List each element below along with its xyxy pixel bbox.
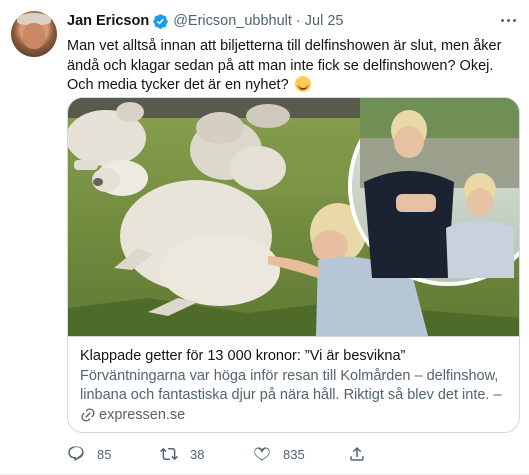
inset-photo	[348, 98, 519, 286]
avatar-face	[23, 23, 45, 49]
verified-badge-icon	[153, 13, 168, 29]
tweet-text: Man vet alltså innan att biljetterna til…	[67, 37, 519, 96]
tweet[interactable]: Jan Ericson @Ericson_ubbhult · Jul 25 Ma…	[0, 0, 529, 475]
reply-count: 85	[97, 446, 112, 462]
retweet-button[interactable]: 38	[160, 443, 204, 465]
smiling-face-emoji-icon	[294, 76, 311, 92]
share-button[interactable]	[348, 443, 378, 465]
card-title: Klappade getter för 13 000 kronor: ”Vi ä…	[80, 348, 406, 364]
like-count: 835	[283, 446, 305, 462]
tweet-actions: 85 38 835	[67, 443, 447, 465]
author-name[interactable]: Jan Ericson	[67, 13, 149, 29]
like-icon	[254, 447, 270, 461]
retweet-count: 38	[190, 446, 205, 462]
tweet-text-content: Man vet alltså innan att biljetterna til…	[67, 38, 502, 93]
like-button[interactable]: 835	[253, 443, 305, 465]
card-domain-text: expressen.se	[99, 407, 186, 423]
more-options-icon[interactable]	[496, 9, 520, 31]
link-icon	[81, 408, 95, 422]
reply-button[interactable]: 85	[67, 443, 111, 465]
header-separator: ·	[295, 13, 301, 29]
card-description: Förväntningarna var höga inför resan til…	[80, 368, 502, 403]
retweet-icon	[160, 447, 178, 461]
card-body[interactable]: Klappade getter för 13 000 kronor: ”Vi ä…	[68, 336, 519, 432]
card-domain: expressen.se	[80, 407, 509, 423]
reply-icon	[68, 446, 84, 462]
link-card[interactable]: Klappade getter för 13 000 kronor: ”Vi ä…	[67, 97, 520, 433]
avatar[interactable]	[11, 11, 57, 57]
card-image[interactable]	[68, 98, 519, 336]
share-icon	[350, 446, 364, 461]
author-handle[interactable]: @Ericson_ubbhult	[173, 13, 292, 29]
tweet-timestamp[interactable]: Jul 25	[305, 13, 344, 29]
card-image-photo	[68, 98, 519, 336]
tweet-header: Jan Ericson @Ericson_ubbhult · Jul 25	[67, 11, 343, 31]
